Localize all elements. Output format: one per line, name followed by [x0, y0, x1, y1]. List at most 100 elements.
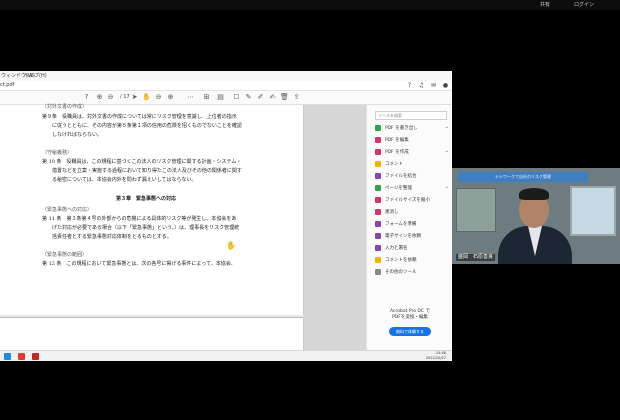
- up-arrow-icon[interactable]: ⊕: [95, 93, 104, 102]
- menu-bar: ウィンドウ(W) ヘルプ(H): [0, 71, 452, 81]
- tool-label: ページを整理: [385, 186, 412, 191]
- doc-chapter-heading: 第３章 緊急事態への対応: [116, 196, 177, 202]
- hand-cursor-icon: ✋: [226, 241, 236, 250]
- account-icon[interactable]: ●: [442, 82, 449, 89]
- zoom-level-icon[interactable]: ⋯: [186, 93, 195, 102]
- request-esign-icon: [375, 233, 381, 239]
- start-icon[interactable]: [4, 353, 11, 360]
- presenter-hair: [519, 188, 549, 200]
- tool-label: コメントを依頼: [385, 258, 417, 263]
- doc-line: 第 11 条 第３条第４号の外部からの危機による具体的リスク等が発生し、本協会を…: [42, 216, 237, 222]
- acrobat-taskbar-icon[interactable]: [18, 353, 25, 360]
- tool-request-comments[interactable]: コメントを依頼: [375, 256, 451, 266]
- shared-screen: ウィンドウ(W) ヘルプ(H) ct.pdf ? ♫ ✉ ● ? ⊕ ⊖ / 1…: [0, 71, 452, 361]
- tool-comment[interactable]: コメント: [375, 160, 451, 170]
- fit-page-icon[interactable]: ⊞: [202, 93, 211, 102]
- zoom-out-icon[interactable]: ⊖: [154, 93, 163, 102]
- app-taskbar-icon[interactable]: [32, 353, 39, 360]
- tool-redact[interactable]: 墨消し: [375, 208, 451, 218]
- promo-title-text: Acrobat Pro DC で PDFを変換・編集: [390, 309, 430, 320]
- tool-label: その他のツール: [385, 270, 417, 275]
- doc-line: （緊急事態への対応）: [42, 207, 93, 213]
- mail-icon[interactable]: ✉: [430, 82, 437, 89]
- tool-label: 入力と署名: [385, 246, 408, 251]
- scroll-area[interactable]: [304, 105, 366, 361]
- windows-taskbar: 15:48 2022/10/27: [0, 350, 452, 361]
- participant-video[interactable]: テレワークで自社のリスク管理 盛岡 石原善良: [452, 168, 620, 264]
- tool-create-pdf[interactable]: PDF を作成 ⌄: [375, 148, 451, 158]
- down-arrow-icon[interactable]: ⊖: [106, 93, 115, 102]
- tool-label: PDF を書き出し: [385, 126, 418, 131]
- tool-organize-pages[interactable]: ページを整理 ⌄: [375, 184, 451, 194]
- tool-combine-files[interactable]: ファイルを結合: [375, 172, 451, 182]
- zoom-in-icon[interactable]: ⊕: [166, 93, 175, 102]
- doc-line: （緊急事態の範囲）: [42, 252, 88, 258]
- chevron-down-icon: ⌄: [444, 124, 449, 130]
- tool-label: ファイルサイズを縮小: [385, 198, 430, 203]
- participant-name: 盛岡 石原善良: [456, 254, 496, 261]
- highlight-icon[interactable]: ✐: [256, 93, 265, 102]
- share-menu[interactable]: 共有: [540, 1, 550, 8]
- doc-line: 括責任者とする緊急事態対応体制をとるものとする。: [42, 234, 172, 240]
- tool-edit-pdf[interactable]: PDF を編集: [375, 136, 451, 146]
- request-comments-icon: [375, 257, 381, 263]
- doc-line: げた対応が必要である場合（以下「緊急事態」という。）は、理事長をリスク管理統: [42, 225, 240, 231]
- background-board: [456, 188, 496, 232]
- tool-more-tools[interactable]: その他のツール: [375, 268, 451, 278]
- page-count: / 17: [120, 94, 130, 100]
- clock-date: 2022/10/27: [425, 356, 446, 360]
- bell-icon[interactable]: ♫: [418, 82, 425, 89]
- doc-line: に従うとともに、その内容が第５条第１項の信用の危険を招くものでないことを確認: [42, 123, 242, 129]
- more-tools-icon: [375, 269, 381, 275]
- comment-icon: [375, 161, 381, 167]
- document-tab[interactable]: ct.pdf: [0, 82, 14, 88]
- chevron-down-icon: ⌄: [444, 184, 449, 190]
- create-pdf-icon: [375, 149, 381, 155]
- doc-line: 第 12 条 この規程において緊急事態とは、次の各号に掲げる事件によって、本協会…: [42, 261, 236, 267]
- combine-files-icon: [375, 173, 381, 179]
- tool-label: 墨消し: [385, 210, 399, 215]
- fill-sign-icon: [375, 245, 381, 251]
- comment-icon[interactable]: ☐: [232, 93, 241, 102]
- sign-icon[interactable]: ✍: [268, 93, 277, 102]
- select-cursor-icon[interactable]: ➤: [130, 93, 139, 102]
- promo-title: Acrobat Pro DC で PDFを変換・編集: [367, 309, 452, 321]
- tools-pane: ツールを検索 PDF を書き出し ⌄ PDF を編集 PDF を作成 ⌄ コメン…: [366, 105, 452, 361]
- help-circle-icon[interactable]: ?: [82, 93, 91, 102]
- doc-line: 措置などを立案・実施する過程において知り得たこの法人及びその他の関係者に関す: [42, 168, 242, 174]
- background-window: [570, 186, 616, 236]
- doc-line: 第９条 役職員は、対外文書の作成については常にリスク管理を意識し、上位者の指示: [42, 114, 237, 120]
- organize-pages-icon: [375, 185, 381, 191]
- doc-line: る秘密については、本協会内外を問わず漏えいしてはならない。: [42, 177, 197, 183]
- free-trial-button[interactable]: 無料で体験する: [389, 327, 431, 336]
- chevron-down-icon: ⌄: [444, 148, 449, 154]
- tool-prepare-form[interactable]: フォームを準備: [375, 220, 451, 230]
- edit-pdf-icon: [375, 137, 381, 143]
- pen-icon[interactable]: ✎: [244, 93, 253, 102]
- pdf-page[interactable]: （対外文書の作成） 第９条 役職員は、対外文書の作成については常にリスク管理を意…: [0, 104, 304, 315]
- share-icon[interactable]: ⇪: [292, 93, 301, 102]
- doc-line: （守秘義務）: [42, 150, 73, 156]
- redact-icon: [375, 209, 381, 215]
- tool-fill-sign[interactable]: 入力と署名: [375, 244, 451, 254]
- compress-icon: [375, 197, 381, 203]
- meeting-top-bar: 共有 ログイン: [0, 0, 620, 10]
- delete-icon[interactable]: 🗑: [280, 93, 289, 102]
- scroll-mode-icon[interactable]: ▤: [216, 93, 225, 102]
- tool-label: PDF を編集: [385, 138, 409, 143]
- doc-line: しなければならない。: [42, 132, 103, 138]
- hand-tool-icon[interactable]: ✋: [142, 93, 151, 102]
- tool-request-esign[interactable]: 電子サインを依頼: [375, 232, 451, 242]
- tool-export-pdf[interactable]: PDF を書き出し ⌄: [375, 124, 451, 134]
- meeting-window: 共有 ログイン ウィンドウ(W) ヘルプ(H) ct.pdf ? ♫ ✉ ● ?…: [0, 0, 620, 420]
- taskbar-clock[interactable]: 15:48 2022/10/27: [426, 351, 446, 361]
- tool-search-input[interactable]: ツールを検索: [375, 111, 447, 120]
- tool-label: ファイルを結合: [385, 174, 417, 179]
- export-pdf-icon: [375, 125, 381, 131]
- login-menu[interactable]: ログイン: [574, 1, 594, 8]
- menu-help[interactable]: ヘルプ(H): [24, 72, 47, 79]
- video-banner: テレワークで自社のリスク管理: [458, 172, 588, 182]
- tool-compress[interactable]: ファイルサイズを縮小: [375, 196, 451, 206]
- tool-label: フォームを準備: [385, 222, 417, 227]
- help-icon[interactable]: ?: [406, 82, 413, 89]
